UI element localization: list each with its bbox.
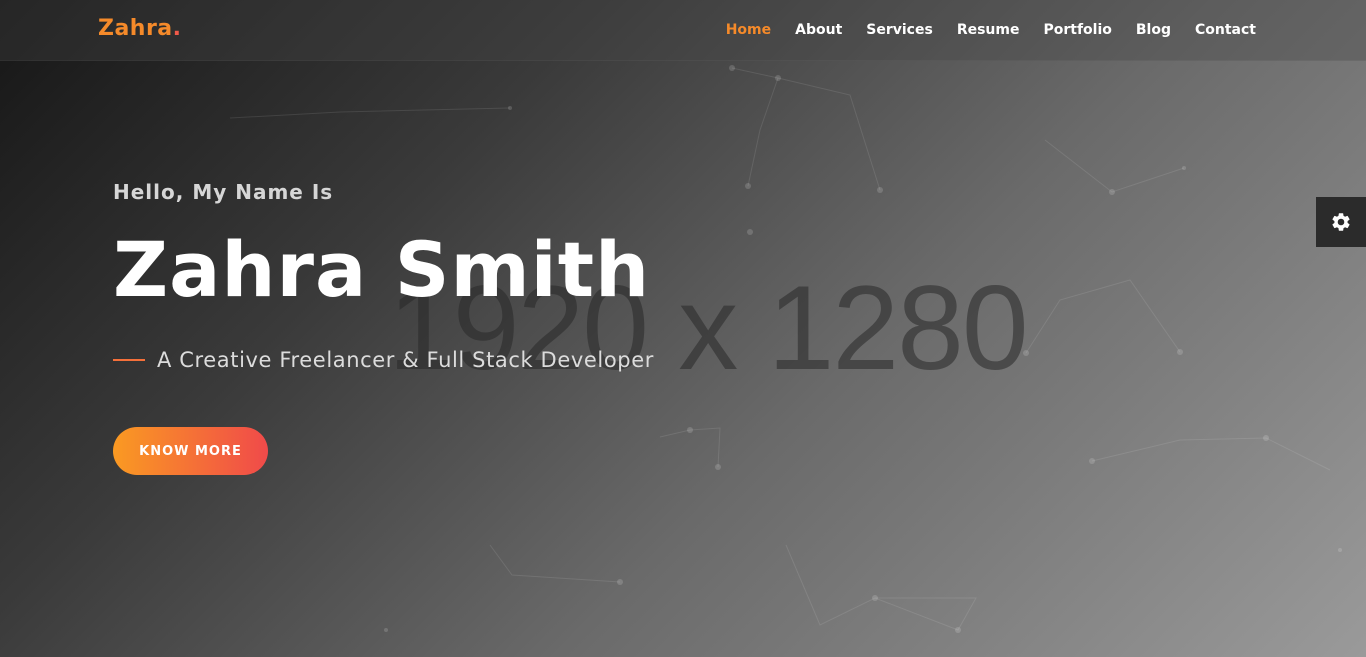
brand-name: Zahra <box>98 16 173 41</box>
brand-logo[interactable]: Zahra. <box>98 16 182 41</box>
main-nav: Home About Services Resume Portfolio Blo… <box>726 0 1256 60</box>
hero-name: Zahra Smith <box>113 225 651 314</box>
gear-icon <box>1332 213 1350 231</box>
nav-item-contact[interactable]: Contact <box>1195 22 1256 38</box>
hero-tagline-row: A Creative Freelancer & Full Stack Devel… <box>113 348 654 372</box>
nav-item-blog[interactable]: Blog <box>1136 22 1171 38</box>
hero-greeting: Hello, My Name Is <box>113 180 334 204</box>
tagline-accent-line <box>113 359 145 361</box>
hero-tagline: A Creative Freelancer & Full Stack Devel… <box>157 348 654 372</box>
nav-item-services[interactable]: Services <box>866 22 933 38</box>
nav-item-about[interactable]: About <box>795 22 842 38</box>
nav-item-resume[interactable]: Resume <box>957 22 1020 38</box>
top-navbar: Zahra. Home About Services Resume Portfo… <box>0 0 1366 61</box>
nav-item-portfolio[interactable]: Portfolio <box>1043 22 1111 38</box>
know-more-button[interactable]: KNOW MORE <box>113 427 268 475</box>
settings-toggle-button[interactable] <box>1316 197 1366 247</box>
brand-dot: . <box>172 16 182 41</box>
nav-item-home[interactable]: Home <box>726 22 771 38</box>
